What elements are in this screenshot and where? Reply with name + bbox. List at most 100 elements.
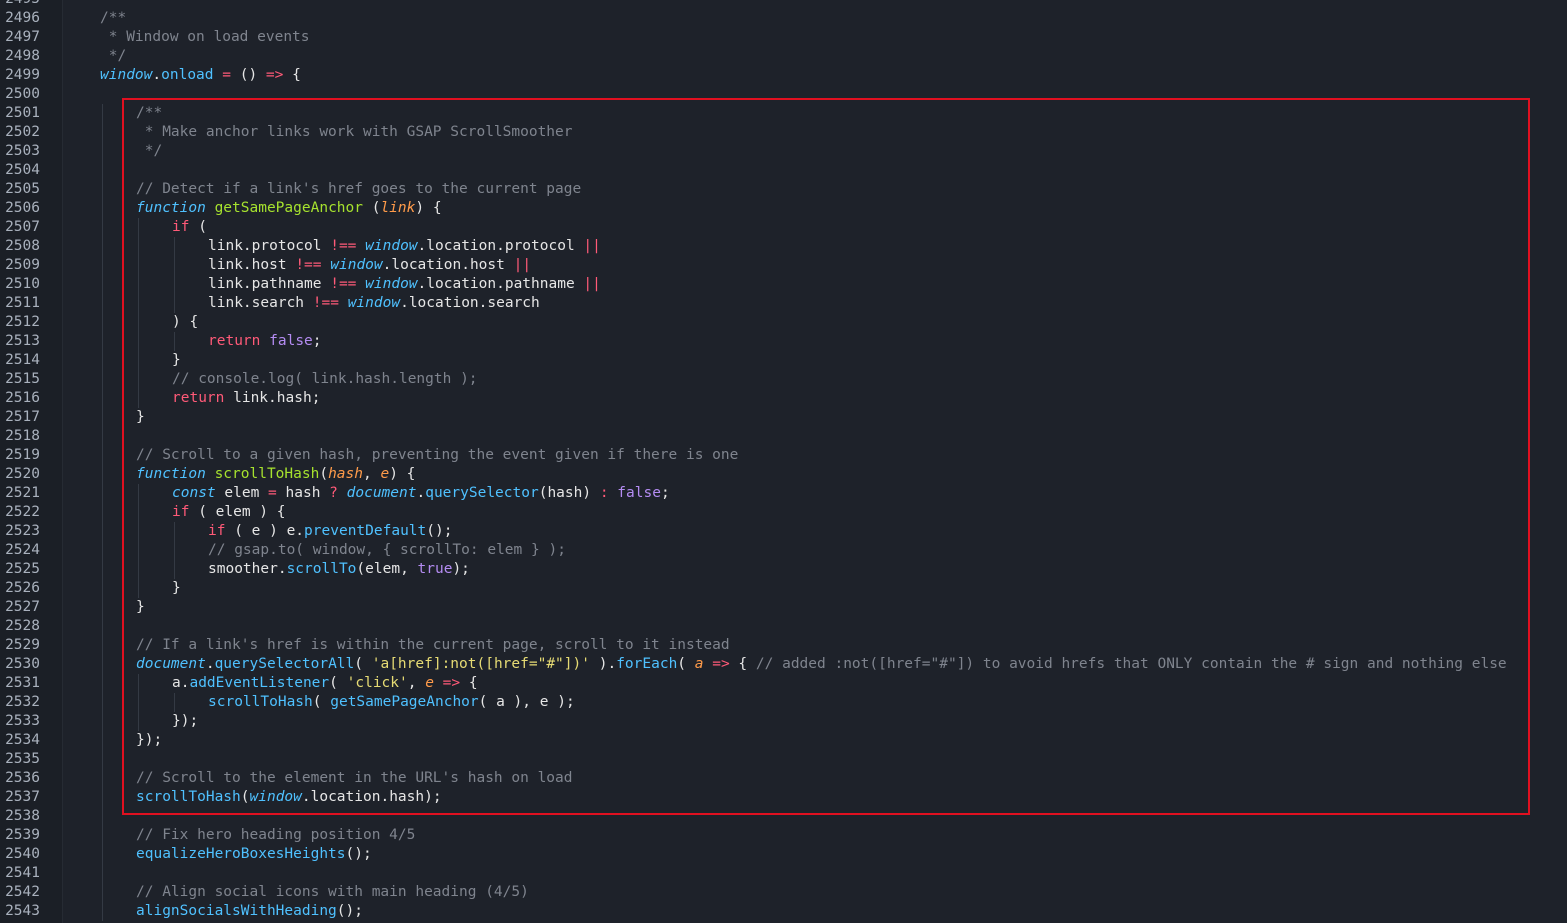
code-line[interactable]: 2533}); [0,712,1567,731]
code-content[interactable]: }); [172,712,198,731]
code-content[interactable]: scrollToHash( getSamePageAnchor( a ), e … [208,693,575,712]
line-number: 2512 [5,314,40,330]
indent-guide [174,237,175,256]
code-content[interactable]: function scrollToHash(hash, e) { [136,465,415,484]
indent-guide [102,237,103,256]
token-code-text: }); [172,713,199,729]
code-content[interactable]: document.querySelectorAll( 'a[href]:not(… [136,655,1507,674]
code-line[interactable]: 2496 /** [0,9,1567,28]
code-line[interactable]: 2541 [0,864,1567,883]
code-line[interactable]: 2507 if ( [0,218,1567,237]
code-content[interactable]: // console.log( link.hash.length ); [172,370,478,389]
code-content[interactable]: ) { [172,313,198,332]
code-content[interactable]: if ( elem ) { [172,503,286,522]
code-content[interactable]: // Align social icons with main heading … [136,883,529,902]
code-line[interactable]: 2537 scrollToHash(window.location.hash); [0,788,1567,807]
code-line[interactable]: 2512 ) { [0,313,1567,332]
code-line[interactable]: 2520 function scrollToHash(hash, e) { [0,465,1567,484]
code-content[interactable]: }); [136,731,162,750]
line-number: 2525 [5,561,40,577]
code-line[interactable]: 2538 [0,807,1567,826]
code-content[interactable]: link.host !== window.location.host || [208,256,531,275]
code-line[interactable]: 2511 link.search !== window.location.sear… [0,294,1567,313]
code-content[interactable]: } [136,408,145,427]
code-line[interactable]: 2522 if ( elem ) { [0,503,1567,522]
code-content[interactable]: link.search !== window.location.search [208,294,540,313]
line-number: 2509 [5,257,40,273]
code-line[interactable]: 2524 // gsap.to( window, { scrollTo: elem… [0,541,1567,560]
code-line[interactable]: 2530 document.querySelectorAll( 'a[href]:… [0,655,1567,674]
code-content[interactable]: if ( e ) e.preventDefault(); [208,522,452,541]
code-line[interactable]: 2525 smoother.scrollTo(elem, true); [0,560,1567,579]
code-line[interactable]: 2500 [0,85,1567,104]
code-content[interactable]: if ( [172,218,207,237]
code-line[interactable]: 2495 [0,0,1567,9]
code-editor[interactable]: 24952496/**2497 * Window on load events2… [0,0,1567,923]
code-line[interactable]: 2505 // Detect if a link's href goes to t… [0,180,1567,199]
code-content[interactable]: // gsap.to( window, { scrollTo: elem } )… [208,541,566,560]
indent-guide [174,522,175,541]
code-content[interactable]: scrollToHash(window.location.hash); [136,788,442,807]
code-line[interactable]: 2535 [0,750,1567,769]
code-content[interactable]: function getSamePageAnchor (link) { [136,199,442,218]
code-content[interactable]: /** [136,104,162,123]
code-line[interactable]: 2506 function getSamePageAnchor (link) { [0,199,1567,218]
code-content[interactable]: link.protocol !== window.location.protoc… [208,237,601,256]
code-content[interactable]: alignSocialsWithHeading(); [136,902,363,921]
code-content[interactable]: equalizeHeroBoxesHeights(); [136,845,372,864]
code-line[interactable]: 2514} [0,351,1567,370]
code-line[interactable]: 2536 // Scroll to the element in the URL'… [0,769,1567,788]
code-content[interactable]: // If a link's href is within the curren… [136,636,730,655]
code-content[interactable]: } [136,598,145,617]
code-line[interactable]: 2521 const elem = hash ? document.querySe… [0,484,1567,503]
code-content[interactable]: link.pathname !== window.location.pathna… [208,275,601,294]
code-line[interactable]: 2501 /** [0,104,1567,123]
code-line[interactable]: 2518 [0,427,1567,446]
code-line[interactable]: 2531 a.addEventListener( 'click', e => { [0,674,1567,693]
code-line[interactable]: 2498 */ [0,47,1567,66]
code-content[interactable]: // Scroll to the element in the URL's ha… [136,769,573,788]
code-lines[interactable]: 24952496/**2497 * Window on load events2… [0,0,1567,921]
line-number: 2539 [5,827,40,843]
code-content[interactable]: } [172,579,181,598]
code-content[interactable]: } [172,351,181,370]
code-content[interactable]: return link.hash; [172,389,320,408]
code-line[interactable]: 2497 * Window on load events [0,28,1567,47]
code-line[interactable]: 2499 window.onload = () => { [0,66,1567,85]
code-line[interactable]: 2529 // If a link's href is within the cu… [0,636,1567,655]
code-content[interactable]: */ [136,142,162,161]
code-content[interactable]: * Make anchor links work with GSAP Scrol… [136,123,573,142]
code-line[interactable]: 2517} [0,408,1567,427]
code-content[interactable]: * Window on load events [100,28,310,47]
code-content[interactable]: // Detect if a link's href goes to the c… [136,180,581,199]
code-line[interactable]: 2528 [0,617,1567,636]
code-line[interactable]: 2532 scrollToHash( getSamePageAnchor( a )… [0,693,1567,712]
code-line[interactable]: 2515 // console.log( link.hash.length ); [0,370,1567,389]
code-line[interactable]: 2519 // Scroll to a given hash, preventin… [0,446,1567,465]
code-line[interactable]: 2510 link.pathname !== window.location.pa… [0,275,1567,294]
code-line[interactable]: 2543 alignSocialsWithHeading(); [0,902,1567,921]
code-line[interactable]: 2509 link.host !== window.location.host |… [0,256,1567,275]
code-content[interactable]: window.onload = () => { [100,66,301,85]
code-line[interactable]: 2542 // Align social icons with main head… [0,883,1567,902]
code-content[interactable]: smoother.scrollTo(elem, true); [208,560,470,579]
code-content[interactable]: // Fix hero heading position 4/5 [136,826,415,845]
code-line[interactable]: 2527} [0,598,1567,617]
code-line[interactable]: 2523 if ( e ) e.preventDefault(); [0,522,1567,541]
code-content[interactable]: const elem = hash ? document.querySelect… [172,484,670,503]
code-line[interactable]: 2503 */ [0,142,1567,161]
code-content[interactable]: /** [100,9,126,28]
code-content[interactable]: // Scroll to a given hash, preventing th… [136,446,738,465]
code-line[interactable]: 2513 return false; [0,332,1567,351]
code-line[interactable]: 2540 equalizeHeroBoxesHeights(); [0,845,1567,864]
code-line[interactable]: 2534}); [0,731,1567,750]
code-line[interactable]: 2508 link.protocol !== window.location.pr… [0,237,1567,256]
code-line[interactable]: 2516 return link.hash; [0,389,1567,408]
code-line[interactable]: 2539 // Fix hero heading position 4/5 [0,826,1567,845]
code-line[interactable]: 2526} [0,579,1567,598]
code-content[interactable]: a.addEventListener( 'click', e => { [172,674,478,693]
code-line[interactable]: 2502 * Make anchor links work with GSAP … [0,123,1567,142]
code-line[interactable]: 2504 [0,161,1567,180]
code-content[interactable]: return false; [208,332,322,351]
code-content[interactable]: */ [100,47,126,66]
